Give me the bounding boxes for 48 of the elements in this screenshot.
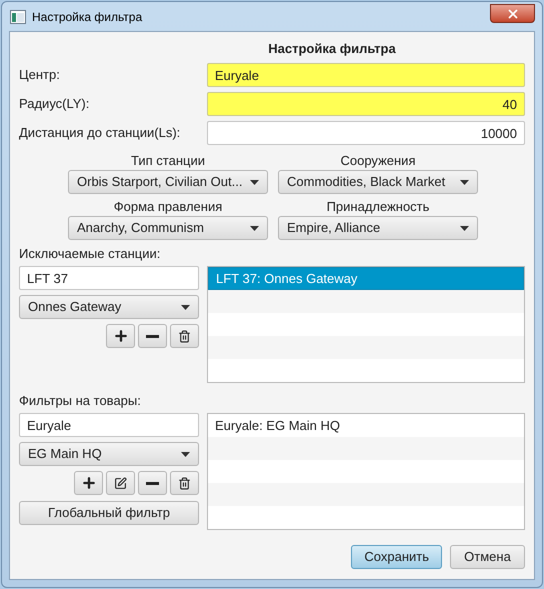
selector-label: Тип станции — [131, 153, 205, 169]
add-button[interactable] — [74, 471, 103, 495]
dropdown[interactable]: Orbis Starport, Civilian Out... — [68, 170, 268, 194]
save-button[interactable]: Сохранить — [351, 545, 442, 569]
remove-button[interactable] — [138, 471, 167, 495]
dropdown[interactable]: Onnes Gateway — [19, 295, 199, 319]
global-filter-button[interactable]: Глобальный фильтр — [19, 501, 199, 525]
window-title: Настройка фильтра — [32, 8, 142, 26]
edit-icon — [114, 476, 127, 490]
text-field[interactable]: LFT 37 — [19, 266, 199, 290]
plus-icon — [80, 475, 96, 491]
dropdown-caret-icon — [250, 226, 259, 230]
minus-icon — [146, 482, 159, 484]
minus-icon — [146, 334, 159, 338]
dropdown[interactable]: EG Main HQ — [19, 442, 199, 466]
trash-icon — [178, 476, 191, 490]
dropdown-caret-icon — [460, 180, 469, 184]
text-field[interactable]: Euryale — [206, 63, 525, 87]
dropdown[interactable]: Anarchy, Communism — [68, 216, 268, 240]
delete-button[interactable] — [170, 471, 199, 495]
selector-label: Сооружения — [340, 153, 416, 169]
cancel-button[interactable]: Отмена — [450, 545, 525, 569]
edit-button[interactable] — [106, 471, 135, 495]
dropdown-caret-icon — [181, 304, 190, 310]
delete-button[interactable] — [170, 324, 199, 348]
selector-label: Форма правления — [114, 199, 222, 215]
dropdown-caret-icon — [460, 226, 469, 230]
text-field[interactable]: Euryale — [19, 413, 199, 437]
dropdown-caret-icon — [250, 180, 259, 184]
dialog-heading: Настройка фильтра — [268, 41, 396, 57]
remove-button[interactable] — [138, 324, 167, 348]
trash-icon — [178, 330, 191, 342]
section-label: Исключаемые станции: — [19, 246, 162, 262]
text-field[interactable]: 10000 — [206, 121, 525, 145]
field-label: Дистанция до станции(Ls): — [19, 124, 182, 142]
field-label: Радиус(LY): — [19, 95, 90, 114]
section-label: Фильтры на товары: — [19, 393, 142, 409]
dropdown[interactable]: Empire, Alliance — [278, 216, 478, 240]
plus-icon — [112, 328, 128, 344]
dropdown-caret-icon — [181, 452, 190, 456]
add-button[interactable] — [106, 324, 135, 348]
close-button[interactable] — [490, 4, 535, 23]
text-field[interactable]: 40 — [206, 92, 525, 116]
dropdown[interactable]: Commodities, Black Market — [278, 170, 478, 194]
window-icon — [10, 10, 26, 24]
close-icon — [506, 6, 520, 20]
selector-label: Принадлежность — [326, 199, 430, 215]
field-label: Центр: — [19, 66, 61, 84]
